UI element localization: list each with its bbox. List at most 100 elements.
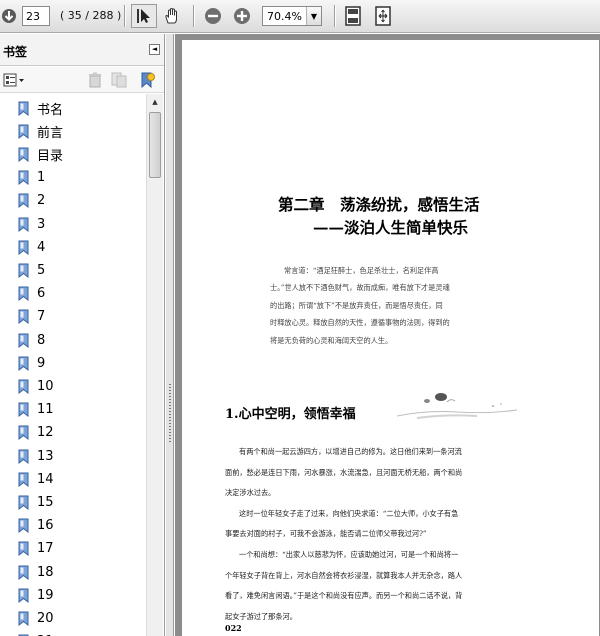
- bookmark-item[interactable]: 前言: [18, 121, 63, 141]
- section-title: 1.心中空明，领悟幸福: [225, 407, 356, 422]
- body-line: 起女子游过了那条河。: [225, 611, 297, 621]
- bookmark-item[interactable]: 8: [18, 330, 45, 350]
- body-line: 事要去对面的村子，可我不会游泳，能否请二位师父带我过河?”: [225, 529, 427, 539]
- bookmark-item[interactable]: 16: [18, 516, 54, 536]
- chapter-preface: 常言道：“酒足狂醉士，色足杀壮士，名利足伴高 士。”世人放不下酒色财气，故而成痴…: [270, 262, 508, 349]
- body-line: 有两个和尚一起云游四方，以增进自己的修为。这日他们来到一条河流: [239, 447, 462, 456]
- bookmark-item[interactable]: 4: [18, 237, 45, 257]
- bookmark-label: 18: [37, 564, 54, 580]
- bookmark-item[interactable]: 13: [18, 446, 54, 466]
- document-view[interactable]: 第二章 荡涤纷扰，感悟生活 ——淡泊人生简单快乐 常言道：“酒足狂醉士，色足杀壮…: [175, 34, 600, 636]
- zoom-select[interactable]: 70.4% ▼: [262, 6, 322, 26]
- bookmark-item[interactable]: 书名: [18, 98, 63, 118]
- options-menu-button[interactable]: [2, 71, 26, 89]
- bookmark-label: 书名: [37, 102, 64, 118]
- bookmark-label: 13: [37, 448, 54, 464]
- arrow-down-circle-icon: [2, 9, 16, 23]
- bookmark-item[interactable]: 17: [18, 539, 54, 559]
- bookmark-icon: [18, 425, 29, 441]
- bookmark-icon: [18, 541, 29, 557]
- body-line: 一个和尚想：“出家人以慈悲为怀，应该助她过河，可是一个和尚将一: [239, 549, 459, 559]
- bookmark-item[interactable]: 10: [18, 376, 54, 396]
- fit-width-button[interactable]: [372, 5, 394, 27]
- bookmark-icon: [18, 449, 29, 464]
- fit-page-button[interactable]: [342, 5, 364, 27]
- page-count: ( 35 / 288 ): [60, 9, 122, 22]
- bookmark-label: 7: [37, 309, 46, 325]
- bookmark-item[interactable]: 21: [18, 632, 54, 636]
- bookmark-item[interactable]: 6: [18, 284, 45, 304]
- bookmark-icon: [18, 495, 29, 510]
- hand-tool-button[interactable]: [161, 5, 183, 27]
- body-line: 看了，难免闲言闲语。”于是这个和尚没有应声。而另一个和尚二话不说，背: [225, 591, 463, 601]
- expand-bookmark-button[interactable]: [110, 71, 128, 89]
- splitter-grip: [169, 384, 171, 444]
- next-page-button[interactable]: [0, 6, 18, 26]
- bookmark-icon: [18, 518, 29, 534]
- hand-icon: [165, 7, 177, 24]
- bookmark-item[interactable]: 目录: [18, 144, 63, 164]
- bookmark-icon: [18, 124, 29, 139]
- toolbar-separator: [124, 5, 125, 27]
- body-line: 面前，愁必是连日下雨，河水暴涨，水流湍急，且河面无桥无船，两个和尚: [225, 467, 463, 477]
- bookmark-icon: [18, 588, 29, 603]
- bookmark-icon: [18, 286, 29, 302]
- fit-page-icon: [345, 6, 361, 26]
- bookmark-item[interactable]: 2: [18, 191, 45, 211]
- delete-bookmark-button[interactable]: [86, 71, 104, 89]
- bookmark-icon: [18, 193, 29, 209]
- panel-splitter[interactable]: [166, 34, 174, 636]
- scroll-thumb[interactable]: [149, 112, 161, 178]
- new-bookmark-button[interactable]: [138, 71, 156, 89]
- scroll-up-arrow-icon[interactable]: ▲: [147, 94, 163, 110]
- bookmark-item[interactable]: 9: [18, 353, 45, 373]
- toolbar-separator: [193, 5, 194, 27]
- zoom-out-button[interactable]: [203, 6, 223, 26]
- bookmark-icon: [18, 309, 29, 325]
- bookmark-icon: [18, 240, 29, 255]
- chapter-subtitle: ——淡泊人生简单快乐: [313, 218, 469, 237]
- bookmark-item[interactable]: 7: [18, 307, 45, 327]
- bookmark-item[interactable]: 20: [18, 608, 54, 628]
- panel-title: 书签: [3, 45, 28, 59]
- cursor-arrow-icon: [137, 9, 150, 23]
- new-bookmark-icon: [141, 72, 155, 88]
- bookmark-scrollbar[interactable]: ▲: [146, 94, 163, 636]
- bookmark-label: 20: [37, 610, 54, 626]
- bookmark-item[interactable]: 14: [18, 469, 54, 489]
- body-line: 决定涉水过去。: [225, 488, 276, 498]
- bookmark-label: 19: [37, 587, 54, 603]
- bookmark-icon: [18, 170, 29, 186]
- bookmark-item[interactable]: 18: [18, 562, 54, 582]
- bookmark-label: 目录: [37, 148, 64, 164]
- bookmark-item[interactable]: 3: [18, 214, 45, 234]
- chevron-down-icon[interactable]: ▼: [306, 7, 321, 25]
- bookmark-label: 17: [37, 541, 54, 557]
- bookmark-item[interactable]: 5: [18, 260, 45, 280]
- bookmark-icon: [18, 565, 29, 580]
- collapse-panel-button[interactable]: ◄: [149, 44, 160, 55]
- bookmark-icon: [18, 472, 29, 487]
- bookmark-icon: [18, 402, 29, 418]
- bookmark-item[interactable]: 12: [18, 423, 54, 443]
- zoom-value: 70.4%: [267, 10, 302, 23]
- bookmark-expand-icon: [111, 72, 127, 88]
- ink-landscape-illustration: [397, 393, 517, 419]
- bookmark-label: 6: [37, 286, 46, 302]
- trash-icon: [89, 72, 101, 88]
- page-number-input[interactable]: [22, 6, 50, 26]
- zoom-in-button[interactable]: [232, 6, 252, 26]
- bookmark-item[interactable]: 19: [18, 585, 54, 605]
- bookmark-item[interactable]: 1: [18, 168, 45, 188]
- bookmark-label: 3: [37, 216, 46, 232]
- panel-toolbar: [0, 67, 164, 93]
- panel-header: 书签 ◄: [0, 34, 164, 66]
- select-tool-button[interactable]: [131, 4, 157, 28]
- bookmark-item[interactable]: 11: [18, 400, 54, 420]
- bookmark-icon: [18, 217, 29, 232]
- section-body: 有两个和尚一起云游四方，以增进自己的修为。这日他们来到一条河流 面前，愁必是连日…: [225, 442, 557, 627]
- bookmark-item[interactable]: 15: [18, 492, 54, 512]
- preface-line: 士。”世人放不下酒色财气，故而成痴，唯有放下才是灵魂: [270, 283, 450, 293]
- bookmarks-panel: 书签 ◄ 书名 前言 目录 1 2 3 4 5 6 7 8 9 10 11 12…: [0, 34, 165, 636]
- bookmark-label: 前言: [37, 125, 64, 141]
